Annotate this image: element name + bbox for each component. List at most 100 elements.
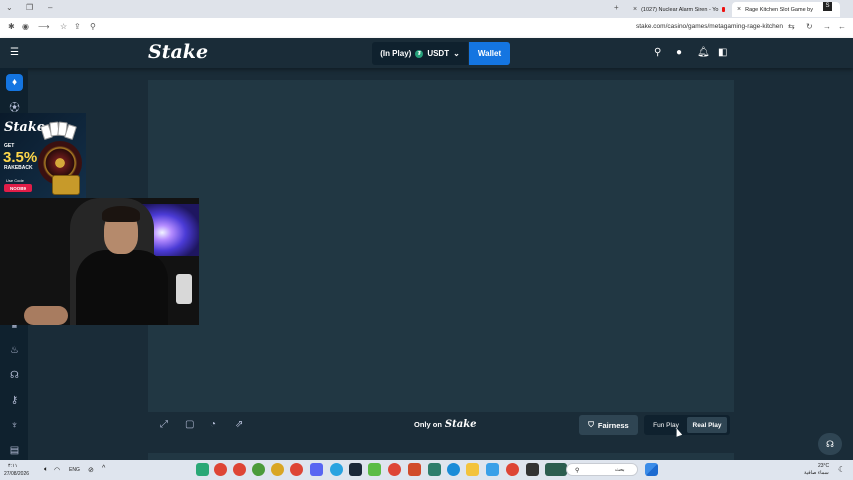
only-on-text: Only on [414,420,442,429]
flame-icon: ♆ [10,420,19,431]
stake-logo[interactable]: Stake [148,41,208,63]
popout-icon[interactable]: ⇗ [235,419,243,430]
taskbar-app-icon[interactable] [526,463,539,476]
fullscreen-icon[interactable]: ⤢ [160,419,168,430]
reload-icon[interactable]: ↻ [806,22,813,31]
forward-icon[interactable]: → [823,22,831,31]
stats-icon[interactable]: ◔ [210,419,216,430]
back-icon[interactable]: ← [838,22,846,31]
chrome-icon[interactable] [271,463,284,476]
site-info-icon[interactable]: ⇆ [788,22,795,31]
weather-description[interactable]: سماء صافية [804,470,829,476]
sidebar-item-sponsorships[interactable]: ⚷ [6,392,23,409]
weather-temperature[interactable]: 23°C [818,463,829,469]
real-play-button[interactable]: Real Play [687,417,727,433]
sidebar-item-casino[interactable]: ♦ [6,74,23,91]
taskbar-app-icon[interactable] [486,463,499,476]
notification-bell-icon[interactable]: 🔔︎ [697,47,710,58]
wifi-icon[interactable]: ◠ [54,466,60,474]
live-support-button[interactable]: ☊ [818,433,842,455]
theatre-mode-icon[interactable]: ▢ [185,419,194,430]
minimize-window-icon[interactable]: – [48,3,52,12]
chrome-icon[interactable] [506,463,519,476]
weather-moon-icon[interactable]: ☾ [838,465,845,474]
windows-start-icon[interactable] [645,463,658,476]
translate-icon[interactable]: ⟶ [38,22,49,31]
user-icon[interactable]: ● [676,47,682,58]
fire-icon: ♨ [10,345,19,356]
balance-label: (In Play) [380,49,412,58]
casino-chip-icon: ♦ [11,77,18,88]
desk-cup [176,274,192,304]
chrome-icon[interactable] [214,463,227,476]
rakeback-promo-banner: Stake GET 3.5% RAKEBACK Use Code NOOB9 [0,113,86,199]
document-icon: ▤ [9,445,20,456]
tab-youtube[interactable]: × (1027) Nuclear Alarm Siren - Yo [628,2,730,17]
show-hidden-icons[interactable]: ^ [102,465,105,472]
promo-percent: 3.5% [3,149,38,166]
wallet-button[interactable]: Wallet [469,42,510,65]
close-tab-icon[interactable]: × [633,6,637,13]
streamer-hair [102,206,140,222]
tab-title: Rage Kitchen Slot Game by [745,6,813,13]
chat-toggle-icon[interactable]: ◧ [718,47,727,58]
currency-label: USDT [427,49,450,58]
tab-title: (1027) Nuclear Alarm Siren - Yo [641,6,719,13]
slot-machine-image [52,175,80,195]
tab-list-icon[interactable]: ⌄ [6,3,13,12]
extension-icon[interactable]: ✱ [8,22,15,31]
search-icon: ⚲ [575,468,580,474]
volume-icon[interactable]: 🔈︎ [44,466,48,474]
taskbar-app-icon[interactable] [408,463,421,476]
profile-icon[interactable]: ◉ [22,22,29,31]
sidebar-item-forum[interactable]: ▤ [6,442,23,459]
search-icon[interactable]: ⚲ [90,22,96,31]
taskbar-app-icon[interactable] [368,463,381,476]
steam-icon[interactable] [349,463,362,476]
fairness-button[interactable]: ⛉ Fairness [579,415,638,435]
chevron-down-icon: ⌄ [453,49,460,58]
clock-time[interactable]: ۴:۱۱ [8,463,17,469]
promo-logo: Stake [4,120,46,135]
balance-selector[interactable]: (In Play) ₮ USDT ⌄ [372,42,468,65]
notifications-icon[interactable]: ⊘ [88,466,94,474]
telegram-icon[interactable] [330,463,343,476]
menu-icon[interactable]: ☰ [10,47,19,58]
chrome-icon[interactable] [252,463,265,476]
clock-date[interactable]: 27/08/2026 [4,471,29,477]
promo-use-code: Use Code [6,178,24,183]
chrome-icon[interactable] [290,463,303,476]
streamer-hand [24,306,68,325]
game-canvas[interactable] [148,80,734,412]
url-field[interactable]: stake.com/casino/games/metagaming-rage-k… [636,23,783,30]
usdt-coin-icon: ₮ [415,49,424,58]
discord-icon[interactable] [310,463,323,476]
fairness-label: Fairness [597,420,629,430]
sidebar-item-blog[interactable]: ♆ [6,417,23,434]
windows-taskbar: ۴:۱۱ 27/08/2026 🔈︎ ◠ ENG ⊘ ^ ⚲ بحث 23°C … [0,460,853,480]
taskbar-search[interactable]: ⚲ بحث [566,463,638,476]
share-icon[interactable]: ⇪ [74,22,81,31]
bookmark-star-icon[interactable]: ☆ [60,22,67,31]
sidebar-item-support[interactable]: ☊ [6,367,23,384]
search-placeholder: بحث [615,467,625,473]
sports-ball-icon: ⚽︎ [9,103,20,114]
language-indicator[interactable]: ENG [69,467,80,473]
promo-code: NOOB9 [4,184,32,192]
close-tab-icon[interactable]: × [737,6,741,13]
chrome-icon[interactable] [388,463,401,476]
search-icon[interactable]: ⚲ [654,47,661,58]
taskbar-app-icon[interactable] [428,463,441,476]
edge-icon[interactable] [447,463,460,476]
streamer-body [76,250,168,325]
widgets-icon[interactable] [545,463,567,476]
chrome-icon[interactable] [233,463,246,476]
restore-window-icon[interactable]: ❐ [26,3,33,12]
new-tab-icon[interactable]: + [614,3,619,12]
browser-chrome: ⌄ ❐ – + × (1027) Nuclear Alarm Siren - Y… [0,0,853,38]
sidebar-item-promotions[interactable]: ♨ [6,342,23,359]
file-explorer-icon[interactable] [466,463,479,476]
site-header: ☰ Stake (In Play) ₮ USDT ⌄ Wallet ⚲ ● 🔔︎… [0,38,853,68]
address-bar: ✱ ◉ ⟶ ☆ ⇪ ⚲ stake.com/casino/games/metag… [0,18,853,38]
taskbar-app-icon[interactable] [196,463,209,476]
